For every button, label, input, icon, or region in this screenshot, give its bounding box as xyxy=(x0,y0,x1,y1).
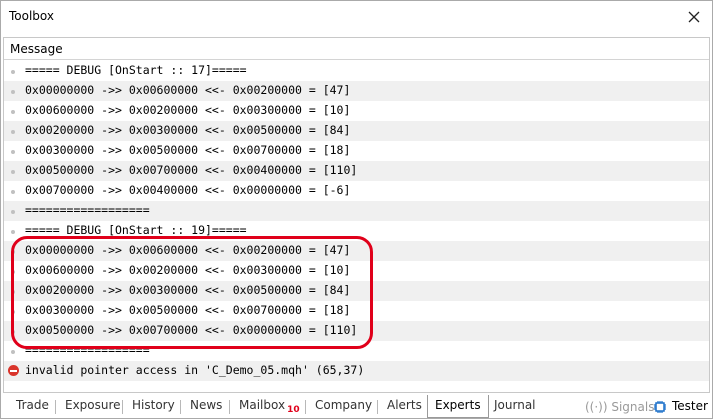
bullet-icon xyxy=(11,350,15,354)
log-row[interactable]: 0x00700000 ->> 0x00400000 <<- 0x00000000… xyxy=(4,181,709,201)
log-row[interactable]: 0x00200000 ->> 0x00300000 <<- 0x00500000… xyxy=(4,121,709,141)
bullet-icon xyxy=(11,330,15,334)
bullet-icon xyxy=(11,70,15,74)
bullet-icon xyxy=(11,190,15,194)
log-message: ================== xyxy=(25,203,150,217)
log-row[interactable]: 0x00300000 ->> 0x00500000 <<- 0x00700000… xyxy=(4,141,709,161)
bullet-icon xyxy=(11,290,15,294)
bullet-icon xyxy=(11,110,15,114)
log-row[interactable]: 0x00300000 ->> 0x00500000 <<- 0x00700000… xyxy=(4,301,709,321)
log-row[interactable]: 0x00600000 ->> 0x00200000 <<- 0x00300000… xyxy=(4,101,709,121)
log-row[interactable]: ================== xyxy=(4,201,709,221)
log-message: 0x00000000 ->> 0x00600000 <<- 0x00200000… xyxy=(25,243,351,257)
error-icon xyxy=(8,365,19,376)
tab-exposure[interactable]: Exposure xyxy=(65,398,121,412)
tab-mailbox-label: Mailbox xyxy=(239,398,286,412)
log-message: 0x00700000 ->> 0x00400000 <<- 0x00000000… xyxy=(25,183,351,197)
bullet-icon xyxy=(11,270,15,274)
bullet-icon xyxy=(11,90,15,94)
tester-chip-icon xyxy=(654,401,666,413)
toolbox-window: Toolbox Message ===== DEBUG [OnStart :: … xyxy=(0,0,713,419)
bullet-icon xyxy=(11,170,15,174)
tab-news[interactable]: News xyxy=(190,398,222,412)
tab-alerts[interactable]: Alerts xyxy=(387,398,422,412)
log-row[interactable]: ===== DEBUG [OnStart :: 19]===== xyxy=(4,221,709,241)
close-button[interactable] xyxy=(682,5,706,29)
log-row[interactable]: 0x00500000 ->> 0x00700000 <<- 0x00000000… xyxy=(4,321,709,341)
tab-company[interactable]: Company xyxy=(315,398,372,412)
tab-trade[interactable]: Trade xyxy=(16,398,49,412)
log-row[interactable]: 0x00200000 ->> 0x00300000 <<- 0x00500000… xyxy=(4,281,709,301)
bullet-icon xyxy=(11,310,15,314)
log-row[interactable]: 0x00000000 ->> 0x00600000 <<- 0x00200000… xyxy=(4,81,709,101)
tab-separator xyxy=(377,400,378,414)
toolbox-tab-bar: Trade Exposure History News Mailbox 10 Co… xyxy=(1,395,712,419)
tab-separator xyxy=(55,400,56,414)
bullet-icon xyxy=(11,210,15,214)
log-message: 0x00300000 ->> 0x00500000 <<- 0x00700000… xyxy=(25,143,351,157)
log-message: 0x00500000 ->> 0x00700000 <<- 0x00400000… xyxy=(25,163,358,177)
bullet-icon xyxy=(11,230,15,234)
mailbox-unread-badge: 10 xyxy=(287,405,300,415)
tab-journal[interactable]: Journal xyxy=(494,398,536,412)
tab-mailbox[interactable]: Mailbox 10 xyxy=(239,398,300,415)
tab-history[interactable]: History xyxy=(132,398,175,412)
log-list: ===== DEBUG [OnStart :: 17]=====0x000000… xyxy=(4,61,709,381)
log-message: ================== xyxy=(25,343,150,357)
message-column-header[interactable]: Message xyxy=(4,38,709,60)
tester-label: Tester xyxy=(672,399,708,413)
window-title: Toolbox xyxy=(9,9,54,23)
log-message: 0x00500000 ->> 0x00700000 <<- 0x00000000… xyxy=(25,323,358,337)
log-message: invalid pointer access in 'C_Demo_05.mqh… xyxy=(25,363,365,377)
log-row-error[interactable]: invalid pointer access in 'C_Demo_05.mqh… xyxy=(4,361,709,381)
experts-log-panel[interactable]: Message ===== DEBUG [OnStart :: 17]=====… xyxy=(3,37,710,393)
log-row[interactable]: 0x00600000 ->> 0x00200000 <<- 0x00300000… xyxy=(4,261,709,281)
tab-separator xyxy=(122,400,123,414)
bullet-icon xyxy=(11,250,15,254)
title-bar: Toolbox xyxy=(1,1,712,33)
tab-experts[interactable]: Experts xyxy=(427,395,489,418)
message-column-label: Message xyxy=(10,42,63,56)
tab-separator xyxy=(229,400,230,414)
signals-button[interactable]: ((·)) Signals xyxy=(585,400,654,414)
log-message: 0x00200000 ->> 0x00300000 <<- 0x00500000… xyxy=(25,123,351,137)
log-message: ===== DEBUG [OnStart :: 17]===== xyxy=(25,63,247,77)
log-row[interactable]: 0x00500000 ->> 0x00700000 <<- 0x00400000… xyxy=(4,161,709,181)
tab-separator xyxy=(180,400,181,414)
log-message: 0x00300000 ->> 0x00500000 <<- 0x00700000… xyxy=(25,303,351,317)
log-row[interactable]: 0x00000000 ->> 0x00600000 <<- 0x00200000… xyxy=(4,241,709,261)
log-message: 0x00200000 ->> 0x00300000 <<- 0x00500000… xyxy=(25,283,351,297)
log-message: 0x00600000 ->> 0x00200000 <<- 0x00300000… xyxy=(25,103,351,117)
bullet-icon xyxy=(11,130,15,134)
close-icon xyxy=(688,11,700,23)
log-row[interactable]: ================== xyxy=(4,341,709,361)
log-message: ===== DEBUG [OnStart :: 19]===== xyxy=(25,223,247,237)
log-row[interactable]: ===== DEBUG [OnStart :: 17]===== xyxy=(4,61,709,81)
log-message: 0x00600000 ->> 0x00200000 <<- 0x00300000… xyxy=(25,263,351,277)
tab-separator xyxy=(305,400,306,414)
log-message: 0x00000000 ->> 0x00600000 <<- 0x00200000… xyxy=(25,83,351,97)
bullet-icon xyxy=(11,150,15,154)
